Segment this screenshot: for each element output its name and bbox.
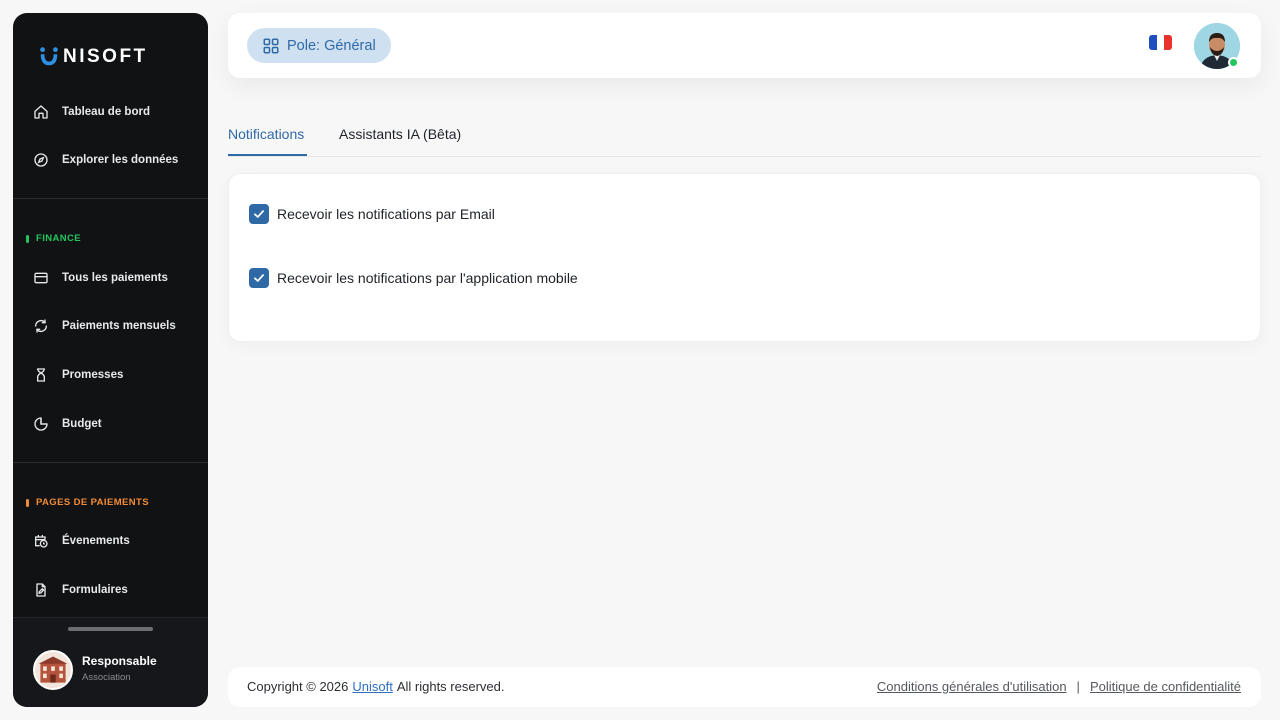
sidebar-divider (13, 462, 208, 463)
section-label-text: PAGES DE PAIEMENTS (36, 497, 149, 508)
legal-links: Conditions générales d'utilisation | Pol… (877, 679, 1241, 694)
footer-separator: | (1076, 679, 1080, 694)
email-notifications-option[interactable]: Recevoir les notifications par Email (249, 204, 495, 224)
user-role: Responsable (82, 654, 157, 668)
sidebar-item-label: Explorer les données (62, 154, 179, 166)
france-flag-icon[interactable] (1149, 35, 1172, 50)
refresh-icon (33, 318, 49, 334)
pole-label: Pole: Général (287, 37, 376, 54)
credit-card-icon (33, 270, 49, 286)
online-status-indicator (1228, 57, 1239, 68)
tab-notifications[interactable]: Notifications (228, 126, 304, 142)
sidebar-item-label: Tableau de bord (62, 106, 150, 118)
sidebar-item-label: Formulaires (62, 584, 128, 596)
settings-tabs: Notifications Assistants IA (Bêta) (228, 118, 1261, 157)
top-header: Pole: Général (228, 13, 1261, 78)
mobile-notifications-label: Recevoir les notifications par l'applica… (277, 270, 578, 286)
pie-chart-icon (33, 416, 49, 432)
brand-name: NISOFT (63, 46, 148, 67)
grid-icon (263, 38, 279, 53)
section-label-finance: FINANCE (26, 233, 81, 244)
user-organization: Association (82, 672, 131, 683)
email-notifications-label: Recevoir les notifications par Email (277, 206, 495, 222)
page-footer: Copyright © 2026 Unisoft All rights rese… (228, 667, 1261, 707)
sidebar-item-formulaires[interactable]: Formulaires (33, 576, 208, 604)
sidebar-item-tableau-de-bord[interactable]: Tableau de bord (33, 98, 208, 126)
sidebar-item-label: Évenements (62, 535, 130, 547)
section-accent-bar (26, 234, 29, 243)
terms-link[interactable]: Conditions générales d'utilisation (877, 679, 1067, 694)
document-edit-icon (33, 582, 49, 598)
tab-assistants-ia[interactable]: Assistants IA (Bêta) (339, 126, 461, 142)
compass-icon (33, 152, 49, 168)
brand-logo[interactable]: NISOFT (38, 46, 148, 68)
section-label-text: FINANCE (36, 233, 82, 244)
sidebar-item-label: Promesses (62, 369, 124, 381)
checkmark-icon (254, 210, 264, 218)
unisoft-u-logo-icon (40, 47, 58, 66)
sidebar-item-budget[interactable]: Budget (33, 410, 208, 438)
privacy-link[interactable]: Politique de confidentialité (1090, 679, 1241, 694)
calendar-clock-icon (33, 533, 49, 549)
sidebar-item-tous-les-paiements[interactable]: Tous les paiements (33, 264, 208, 292)
sidebar-scrollbar[interactable] (68, 627, 153, 631)
mobile-notifications-option[interactable]: Recevoir les notifications par l'applica… (249, 268, 578, 288)
hourglass-icon (33, 367, 49, 383)
sidebar-item-paiements-mensuels[interactable]: Paiements mensuels (33, 312, 208, 340)
checkmark-icon (254, 274, 264, 282)
sidebar-item-label: Paiements mensuels (62, 320, 176, 332)
sidebar-item-promesses[interactable]: Promesses (33, 361, 208, 389)
pole-selector-button[interactable]: Pole: Général (247, 28, 391, 63)
sidebar-user-card[interactable]: Responsable Association (13, 617, 208, 707)
rights-text: All rights reserved. (396, 679, 505, 694)
company-link[interactable]: Unisoft (352, 679, 392, 694)
organization-avatar (33, 650, 73, 690)
sidebar-item-label: Budget (62, 418, 102, 430)
section-label-pages-de-paiements: PAGES DE PAIEMENTS (26, 497, 149, 508)
sidebar-item-label: Tous les paiements (62, 272, 168, 284)
copyright: Copyright © 2026 Unisoft All rights rese… (247, 679, 504, 694)
sidebar-item-evenements[interactable]: Évenements (33, 527, 208, 555)
active-tab-indicator (228, 154, 307, 156)
home-icon (33, 104, 49, 120)
sidebar-item-explorer[interactable]: Explorer les données (33, 146, 208, 174)
copyright-prefix: Copyright © 2026 (247, 679, 349, 694)
notification-settings-card: Recevoir les notifications par Email Rec… (228, 173, 1261, 342)
email-notifications-checkbox[interactable] (249, 204, 269, 224)
section-accent-bar (26, 498, 29, 507)
sidebar: NISOFT Tableau de bord Explorer les donn… (13, 13, 208, 707)
sidebar-divider (13, 198, 208, 199)
mobile-notifications-checkbox[interactable] (249, 268, 269, 288)
